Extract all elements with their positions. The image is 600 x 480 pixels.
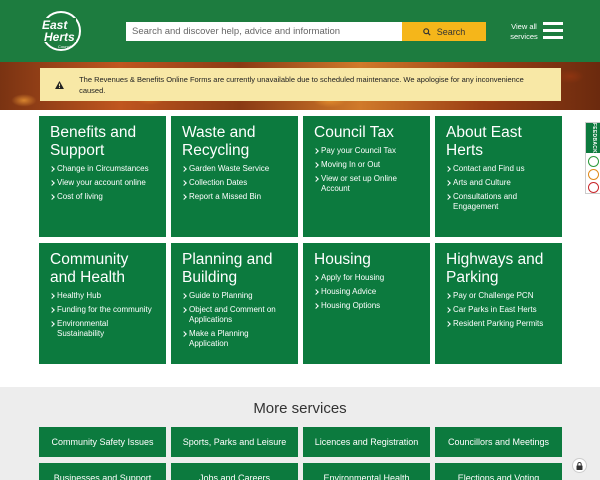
service-button[interactable]: Community Safety Issues xyxy=(39,427,166,457)
service-button[interactable]: Jobs and Careers xyxy=(171,463,298,480)
alert-text: The Revenues & Benefits Online Forms are… xyxy=(79,74,524,95)
happy-face-icon[interactable] xyxy=(588,156,599,167)
tile-link[interactable]: Contact and Find us xyxy=(446,164,551,174)
tile-link[interactable]: Pay your Council Tax xyxy=(314,146,419,156)
tile-link[interactable]: Arts and Culture xyxy=(446,178,551,188)
site-header: East Herts Council Search View all servi… xyxy=(0,0,600,62)
service-button[interactable]: Elections and Voting xyxy=(435,463,562,480)
tile-title: Benefits and Support xyxy=(50,124,137,159)
east-herts-logo[interactable]: East Herts Council xyxy=(38,10,84,52)
tile-link[interactable]: Apply for Housing xyxy=(314,273,419,283)
search-button[interactable]: Search xyxy=(402,22,486,41)
tile-link[interactable]: Consultations and Engagement xyxy=(446,192,551,212)
tile-title: Highways and Parking xyxy=(446,251,544,286)
privacy-lock-icon[interactable] xyxy=(572,458,587,473)
service-button[interactable]: Environmental Health xyxy=(303,463,430,480)
tile-link[interactable]: Housing Advice xyxy=(314,287,419,297)
logo-text-council: Council xyxy=(58,44,71,49)
tile-link[interactable]: Guide to Planning xyxy=(182,291,287,301)
tile-title: Housing xyxy=(314,251,371,268)
tile-highways-and-parking[interactable]: Highways and Parking Pay or Challenge PCN… xyxy=(435,243,562,364)
tile-council-tax[interactable]: Council Tax Pay your Council Tax Moving … xyxy=(303,116,430,237)
view-all-line2: services xyxy=(510,32,538,41)
tile-housing[interactable]: Housing Apply for Housing Housing Advice… xyxy=(303,243,430,364)
tile-title: Waste and Recycling xyxy=(182,124,256,159)
service-button[interactable]: Councillors and Meetings xyxy=(435,427,562,457)
search-bar: Search xyxy=(126,22,486,41)
feedback-label: FEEDBACK xyxy=(586,123,600,153)
search-button-label: Search xyxy=(436,26,466,37)
neutral-face-icon[interactable] xyxy=(588,169,599,180)
tile-link[interactable]: Healthy Hub xyxy=(50,291,155,301)
tile-link[interactable]: Funding for the community xyxy=(50,305,155,315)
search-input[interactable] xyxy=(126,22,402,41)
tile-link[interactable]: Moving In or Out xyxy=(314,160,419,170)
tile-link[interactable]: Object and Comment on Applications xyxy=(182,305,287,325)
sad-face-icon[interactable] xyxy=(588,182,599,193)
menu-hamburger-icon[interactable] xyxy=(543,22,563,40)
tile-title: Council Tax xyxy=(314,124,394,141)
warning-icon xyxy=(55,80,64,89)
tile-link[interactable]: Collection Dates xyxy=(182,178,287,188)
tile-link[interactable]: Cost of living xyxy=(50,192,155,202)
service-button[interactable]: Sports, Parks and Leisure xyxy=(171,427,298,457)
view-all-line1: View all xyxy=(511,22,537,31)
tile-about-east-herts[interactable]: About East Herts Contact and Find us Arts… xyxy=(435,116,562,237)
tile-planning-and-building[interactable]: Planning and Building Guide to Planning O… xyxy=(171,243,298,364)
tile-link[interactable]: Housing Options xyxy=(314,301,419,311)
tile-link[interactable]: Resident Parking Permits xyxy=(446,319,551,329)
view-all-services-link[interactable]: View all services xyxy=(508,22,540,42)
more-services-title: More services xyxy=(253,400,347,417)
tile-title: About East Herts xyxy=(446,124,522,159)
tile-link[interactable]: View your account online xyxy=(50,178,155,188)
feedback-tab[interactable]: FEEDBACK xyxy=(585,122,600,194)
maintenance-alert: The Revenues & Benefits Online Forms are… xyxy=(40,68,561,101)
service-button[interactable]: Businesses and Support xyxy=(39,463,166,480)
tile-link[interactable]: Environmental Sustainability xyxy=(50,319,155,339)
search-icon xyxy=(422,27,431,36)
tile-waste-and-recycling[interactable]: Waste and Recycling Garden Waste Service … xyxy=(171,116,298,237)
service-button[interactable]: Licences and Registration xyxy=(303,427,430,457)
tile-link[interactable]: Change in Circumstances xyxy=(50,164,155,174)
tile-link[interactable]: Make a Planning Application xyxy=(182,329,287,349)
logo-text-herts: Herts xyxy=(44,30,75,44)
tile-link[interactable]: Report a Missed Bin xyxy=(182,192,287,202)
tile-link[interactable]: Garden Waste Service xyxy=(182,164,287,174)
tile-link[interactable]: View or set up Online Account xyxy=(314,174,419,194)
tile-community-and-health[interactable]: Community and Health Healthy Hub Funding … xyxy=(39,243,166,364)
tile-link[interactable]: Car Parks in East Herts xyxy=(446,305,551,315)
tile-title: Community and Health xyxy=(50,251,129,286)
tile-benefits-and-support[interactable]: Benefits and Support Change in Circumstan… xyxy=(39,116,166,237)
tile-link[interactable]: Pay or Challenge PCN xyxy=(446,291,551,301)
tile-title: Planning and Building xyxy=(182,251,273,286)
